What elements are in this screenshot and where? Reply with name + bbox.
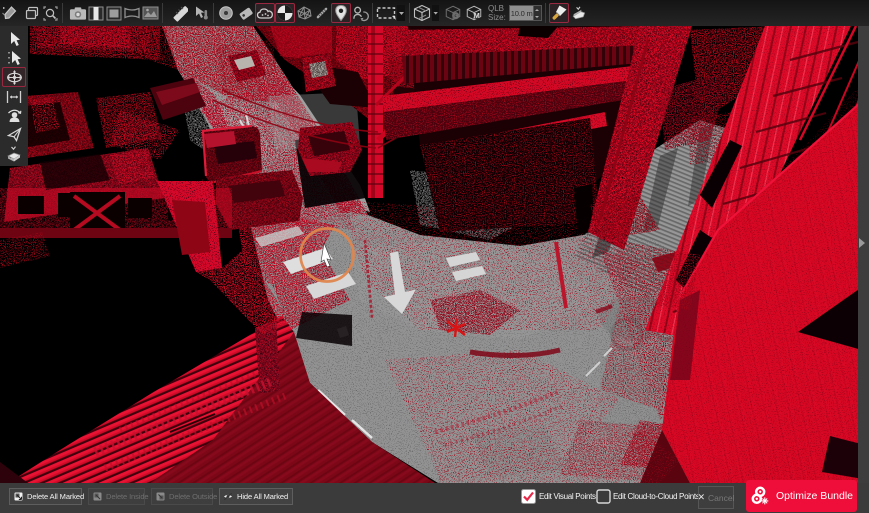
svg-text:G: G xyxy=(453,13,458,20)
svg-text:M: M xyxy=(474,11,480,20)
